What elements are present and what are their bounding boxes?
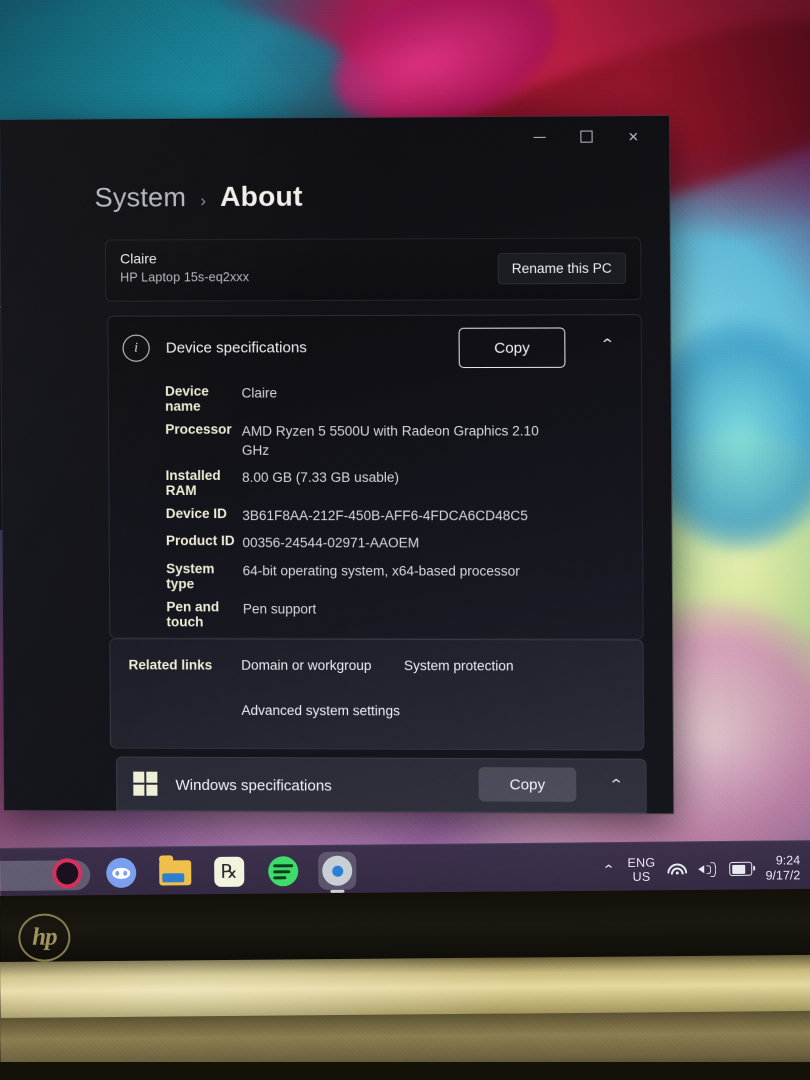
related-link-advanced-system-settings[interactable]: Advanced system settings <box>241 703 400 719</box>
spec-label: Processor <box>165 421 232 437</box>
taskbar-app-list: ℞ <box>48 851 357 893</box>
spec-row: Product ID 00356-24544-02971-AAOEM <box>110 531 642 557</box>
chevron-up-icon[interactable]: ⌃ <box>609 776 625 794</box>
spec-row: System type 64-bit operating system, x64… <box>110 558 643 595</box>
file-explorer-icon <box>159 859 192 885</box>
spec-label: Device name <box>165 383 209 414</box>
hp-logo: hp <box>18 913 71 962</box>
language-line-2: US <box>632 869 651 884</box>
related-links-label: Related links <box>128 657 213 673</box>
clock-date: 9/17/2 <box>765 868 801 883</box>
wifi-icon[interactable] <box>666 862 688 876</box>
desk-surface <box>0 1062 810 1080</box>
windows-specifications-title: Windows specifications <box>175 776 332 795</box>
spec-value: Claire <box>241 385 278 401</box>
window-titlebar: ✕ <box>486 116 670 157</box>
breadcrumb-system-link[interactable]: System <box>95 182 187 214</box>
maximize-button[interactable] <box>571 123 602 149</box>
settings-window: ✕ System › About Claire HP Laptop 15s-eq… <box>0 115 674 814</box>
tray-overflow-icon[interactable]: ⌃ <box>602 862 616 878</box>
spec-value: 3B61F8AA-212F-450B-AFF6-4FDCA6CD48C5 <box>242 508 528 524</box>
taskbar-item-quest-app[interactable]: ℞ <box>210 853 248 891</box>
device-name-value: Claire <box>119 250 157 267</box>
related-link-system-protection[interactable]: System protection <box>404 658 514 673</box>
info-icon: i <box>122 334 150 362</box>
spec-label: Installed RAM <box>165 468 221 499</box>
spec-value: 64-bit operating system, x64-based proce… <box>242 562 520 579</box>
taskbar-item-opera[interactable] <box>48 854 86 892</box>
discord-icon <box>106 857 137 888</box>
spec-label: Device ID <box>165 506 228 522</box>
device-model-value: HP Laptop 15s-eq2xxx <box>120 270 250 285</box>
battery-icon[interactable] <box>729 861 753 876</box>
windows-logo-icon <box>133 771 158 796</box>
spec-value: 8.00 GB (7.33 GB usable) <box>242 470 400 486</box>
spec-row: Installed RAM 8.00 GB (7.33 GB usable) <box>109 465 641 501</box>
spec-value: AMD Ryzen 5 5500U with Radeon Graphics 2… <box>241 423 539 459</box>
related-link-domain-or-workgroup[interactable]: Domain or workgroup <box>241 658 371 673</box>
spec-row: Processor AMD Ryzen 5 5500U with Radeon … <box>109 418 642 463</box>
spec-value: Pen support <box>242 601 317 617</box>
chevron-up-icon[interactable]: ⌃ <box>600 335 616 353</box>
spec-row: Device name Claire <box>109 380 641 417</box>
breadcrumb-separator-icon: › <box>200 190 207 211</box>
windows-specifications-card[interactable]: Windows specifications Copy ⌃ <box>116 756 647 814</box>
close-button[interactable]: ✕ <box>618 123 649 149</box>
taskbar-item-spotify[interactable] <box>264 852 302 890</box>
settings-gear-icon <box>322 855 353 886</box>
copy-windows-specifications-button[interactable]: Copy <box>478 767 577 802</box>
volume-icon[interactable] <box>698 862 717 878</box>
copy-device-specifications-button[interactable]: Copy <box>458 327 566 369</box>
spec-label: Product ID <box>165 533 235 549</box>
language-line-1: ENG <box>627 855 656 870</box>
minimize-button[interactable] <box>524 124 555 150</box>
device-specifications-rows: Device name Claire Processor AMD Ryzen 5… <box>109 380 643 635</box>
device-specifications-title: Device specifications <box>165 339 307 357</box>
related-links-card: Related links Domain or workgroup System… <box>109 638 645 751</box>
spec-label: Pen and touch <box>166 598 220 630</box>
spotify-icon <box>268 856 299 887</box>
device-specifications-header[interactable]: i Device specifications Copy ⌃ <box>108 315 641 379</box>
language-indicator[interactable]: ENG US <box>627 856 655 884</box>
device-specifications-card: i Device specifications Copy ⌃ Device na… <box>107 314 644 640</box>
spec-value: 00356-24544-02971-AAOEM <box>242 535 420 551</box>
laptop-screen-photo: 🔍 ✕ System › About Claire HP Laptop 15s-… <box>0 0 810 1080</box>
taskbar-item-file-explorer[interactable] <box>156 853 194 891</box>
clock-time: 9:24 <box>775 853 801 868</box>
breadcrumb: System › About <box>94 180 303 214</box>
rename-this-pc-button[interactable]: Rename this PC <box>497 252 627 285</box>
device-name-card: Claire HP Laptop 15s-eq2xxx Rename this … <box>104 237 642 302</box>
opera-icon <box>52 858 83 889</box>
page-title: About <box>219 180 303 212</box>
clock[interactable]: 9:24 9/17/2 <box>765 853 802 883</box>
spec-label: System type <box>166 560 215 591</box>
spec-row: Device ID 3B61F8AA-212F-450B-AFF6-4FDCA6… <box>110 503 642 528</box>
spec-row: Pen and touch Pen support <box>110 596 643 633</box>
quest-app-icon: ℞ <box>214 856 245 887</box>
taskbar-item-settings[interactable] <box>318 851 357 893</box>
taskbar-item-discord[interactable] <box>102 854 140 892</box>
